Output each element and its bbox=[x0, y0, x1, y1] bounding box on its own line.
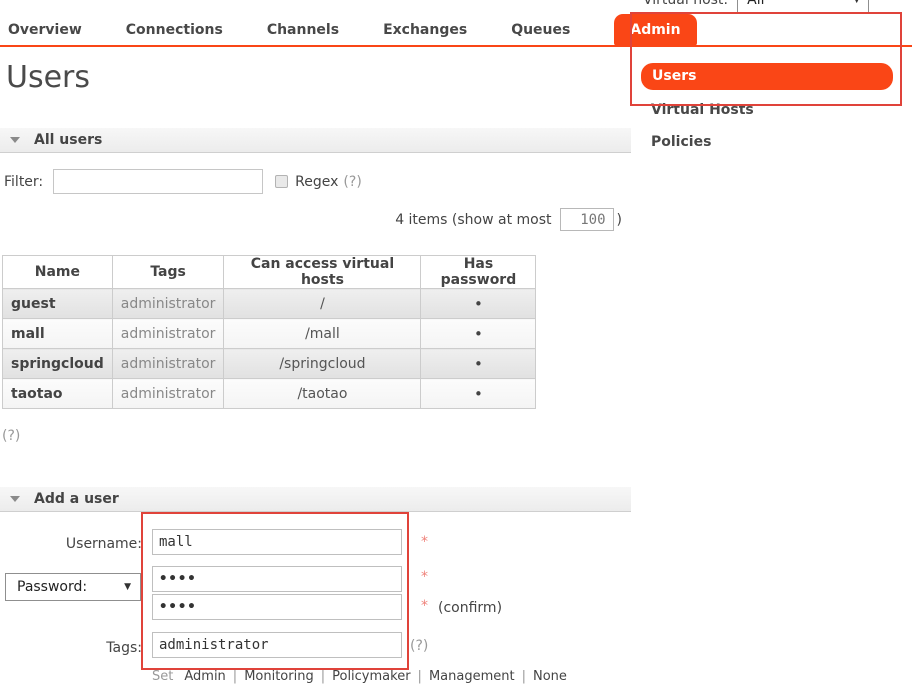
separator: | bbox=[522, 669, 526, 684]
table-row: mall administrator /mall • bbox=[3, 319, 536, 349]
user-vhosts: /mall bbox=[224, 319, 421, 349]
virtual-host-select[interactable]: All ▼ bbox=[737, 0, 869, 13]
table-help-link[interactable]: (?) bbox=[2, 428, 20, 444]
tab-channels[interactable]: Channels bbox=[267, 22, 339, 38]
filter-label: Filter: bbox=[4, 174, 43, 190]
add-user-section-title: Add a user bbox=[34, 491, 119, 507]
virtual-host-selected-value: All bbox=[747, 0, 764, 8]
required-marker: * bbox=[421, 569, 428, 585]
main-nav: Overview Connections Channels Exchanges … bbox=[8, 14, 697, 46]
regex-label: Regex bbox=[295, 174, 338, 190]
users-table: Name Tags Can access virtual hosts Has p… bbox=[2, 255, 536, 409]
password-mode-select[interactable]: Password: ▼ bbox=[5, 573, 141, 601]
tags-input[interactable] bbox=[152, 632, 402, 658]
table-row: springcloud administrator /springcloud • bbox=[3, 349, 536, 379]
tab-queues[interactable]: Queues bbox=[511, 22, 570, 38]
required-marker: * bbox=[421, 598, 428, 614]
user-tags: administrator bbox=[112, 349, 224, 379]
tags-label: Tags: bbox=[0, 640, 142, 656]
user-vhosts: /springcloud bbox=[224, 349, 421, 379]
add-user-section-header[interactable]: Add a user bbox=[0, 487, 631, 512]
set-label: Set bbox=[152, 669, 173, 684]
tag-link-management[interactable]: Management bbox=[429, 669, 515, 684]
tab-admin[interactable]: Admin bbox=[614, 14, 696, 46]
sidebar-item-policies[interactable]: Policies bbox=[641, 134, 893, 150]
user-has-password: • bbox=[421, 319, 536, 349]
tab-connections[interactable]: Connections bbox=[126, 22, 223, 38]
user-name-link[interactable]: taotao bbox=[3, 379, 113, 409]
user-name-link[interactable]: mall bbox=[3, 319, 113, 349]
filter-input[interactable] bbox=[53, 169, 263, 194]
sidebar-item-users[interactable]: Users bbox=[641, 63, 893, 90]
regex-help-link[interactable]: (?) bbox=[343, 174, 361, 190]
virtual-host-label: Virtual host: bbox=[643, 0, 728, 8]
col-header-has-password: Has password bbox=[421, 256, 536, 289]
items-count-suffix: ) bbox=[617, 212, 622, 228]
table-row: taotao administrator /taotao • bbox=[3, 379, 536, 409]
show-at-most-input[interactable] bbox=[560, 208, 614, 231]
tags-help-link[interactable]: (?) bbox=[410, 638, 428, 654]
password-mode-selected-value: Password: bbox=[17, 579, 87, 595]
nav-accent-line bbox=[0, 45, 912, 47]
tag-link-none[interactable]: None bbox=[533, 669, 567, 684]
tag-link-monitoring[interactable]: Monitoring bbox=[244, 669, 314, 684]
separator: | bbox=[233, 669, 237, 684]
username-input[interactable] bbox=[152, 529, 402, 555]
col-header-tags: Tags bbox=[112, 256, 224, 289]
password-input[interactable] bbox=[152, 566, 402, 592]
items-count-prefix: 4 items (show at most bbox=[395, 212, 551, 228]
col-header-name: Name bbox=[3, 256, 113, 289]
separator: | bbox=[321, 669, 325, 684]
all-users-section-header[interactable]: All users bbox=[0, 128, 631, 153]
tab-exchanges[interactable]: Exchanges bbox=[383, 22, 467, 38]
filter-row: Filter: Regex (?) bbox=[4, 169, 362, 194]
user-vhosts: /taotao bbox=[224, 379, 421, 409]
all-users-section-title: All users bbox=[34, 132, 102, 148]
col-header-vhosts: Can access virtual hosts bbox=[224, 256, 421, 289]
regex-checkbox[interactable] bbox=[275, 175, 288, 188]
user-has-password: • bbox=[421, 379, 536, 409]
user-has-password: • bbox=[421, 349, 536, 379]
user-name-link[interactable]: guest bbox=[3, 289, 113, 319]
required-marker: * bbox=[421, 534, 428, 550]
rabbitmq-users-page: Virtual host: All ▼ Overview Connections… bbox=[0, 0, 912, 694]
chevron-down-icon: ▼ bbox=[853, 0, 860, 5]
collapse-triangle-icon bbox=[10, 137, 20, 143]
admin-sidebar: Users Virtual Hosts Policies bbox=[641, 63, 893, 150]
user-tags: administrator bbox=[112, 379, 224, 409]
virtual-host-bar: Virtual host: All ▼ bbox=[643, 0, 869, 14]
table-row: guest administrator / • bbox=[3, 289, 536, 319]
username-label: Username: bbox=[0, 536, 142, 552]
page-title: Users bbox=[6, 60, 90, 95]
tag-link-policymaker[interactable]: Policymaker bbox=[332, 669, 410, 684]
table-header-row: Name Tags Can access virtual hosts Has p… bbox=[3, 256, 536, 289]
sidebar-item-virtual-hosts[interactable]: Virtual Hosts bbox=[641, 102, 893, 118]
password-confirm-input[interactable] bbox=[152, 594, 402, 620]
items-count-row: 4 items (show at most ) bbox=[300, 208, 622, 231]
user-tags: administrator bbox=[112, 319, 224, 349]
user-name-link[interactable]: springcloud bbox=[3, 349, 113, 379]
tag-shortcut-row: Set Admin | Monitoring | Policymaker | M… bbox=[152, 669, 567, 684]
user-tags: administrator bbox=[112, 289, 224, 319]
chevron-down-icon: ▼ bbox=[124, 582, 131, 592]
user-has-password: • bbox=[421, 289, 536, 319]
confirm-note: (confirm) bbox=[438, 600, 502, 616]
user-vhosts: / bbox=[224, 289, 421, 319]
collapse-triangle-icon bbox=[10, 496, 20, 502]
separator: | bbox=[418, 669, 422, 684]
tab-overview[interactable]: Overview bbox=[8, 22, 82, 38]
tag-link-admin[interactable]: Admin bbox=[184, 669, 225, 684]
